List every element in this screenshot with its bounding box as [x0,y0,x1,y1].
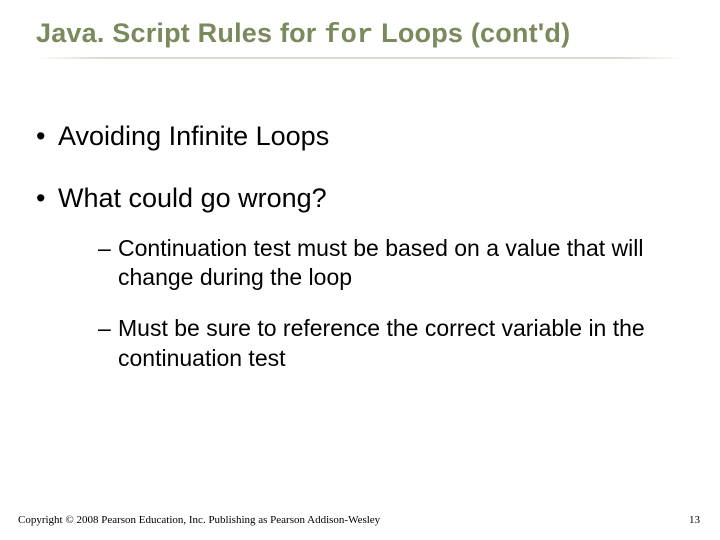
list-item: What could go wrong? Continuation test m… [36,182,684,374]
slide-title: Java. Script Rules for for Loops (cont'd… [36,18,684,51]
title-underline [36,57,684,59]
copyright-footer: Copyright © 2008 Pearson Education, Inc.… [18,514,380,526]
sub-bullet-text: Must be sure to reference the correct va… [118,315,645,370]
bullet-list: Avoiding Infinite Loops What could go wr… [36,120,684,373]
title-code: for [324,21,373,51]
bullet-text: What could go wrong? [58,183,327,213]
slide: Java. Script Rules for for Loops (cont'd… [0,0,720,540]
sub-bullet-text: Continuation test must be based on a val… [118,235,644,290]
bullet-text: Avoiding Infinite Loops [58,121,329,151]
list-item: Continuation test must be based on a val… [98,234,678,293]
slide-content: Avoiding Infinite Loops What could go wr… [36,120,684,401]
title-part2: Loops (cont'd) [373,18,570,48]
title-part1: Java. Script Rules for [36,18,324,48]
sub-bullet-list: Continuation test must be based on a val… [98,234,684,374]
list-item: Avoiding Infinite Loops [36,120,684,154]
page-number: 13 [689,514,700,526]
list-item: Must be sure to reference the correct va… [98,314,678,373]
